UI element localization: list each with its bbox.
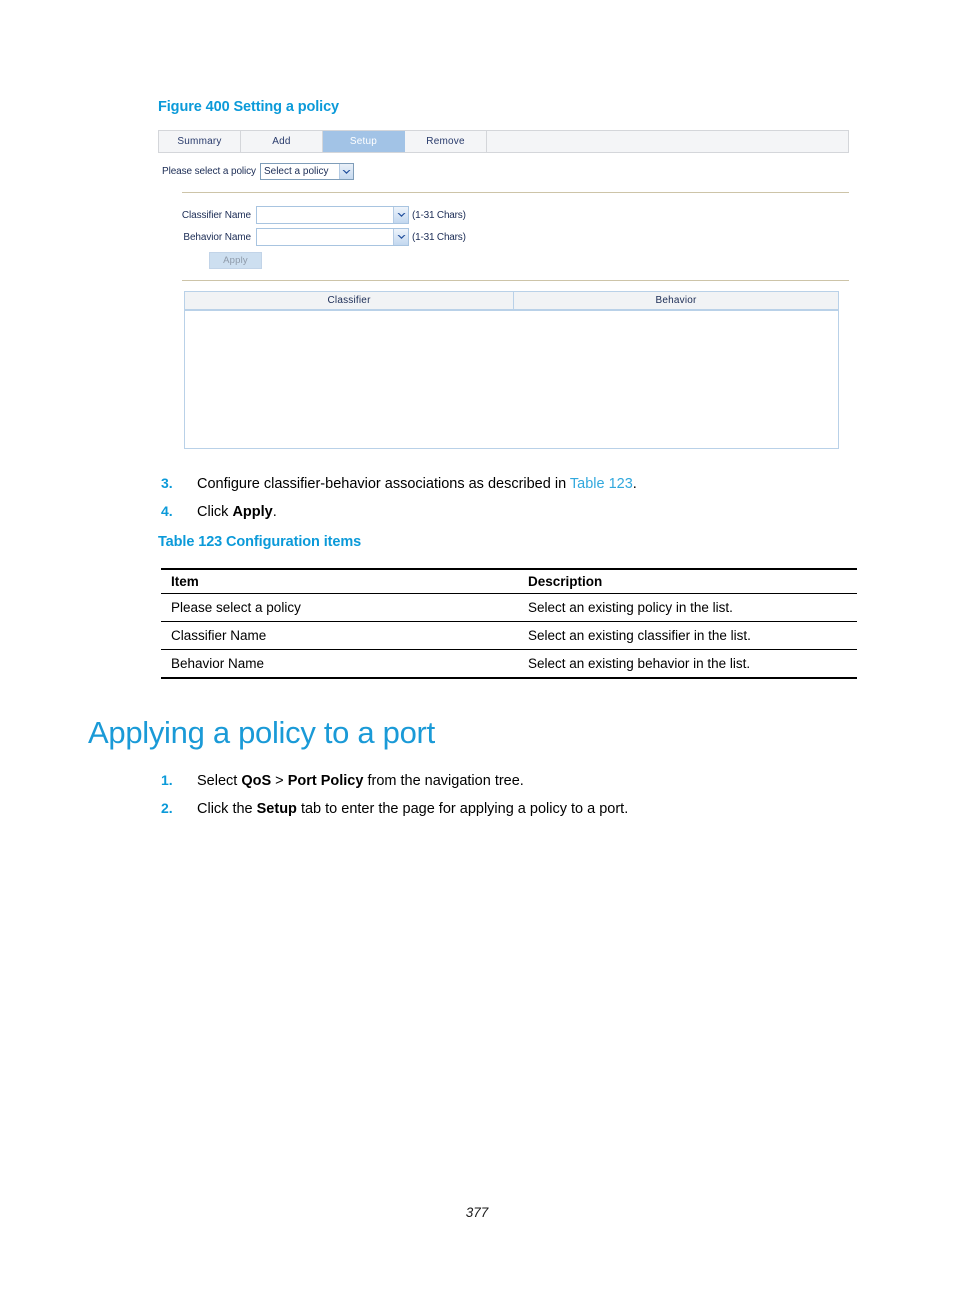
- chevron-down-icon[interactable]: [393, 229, 408, 245]
- cell-item: Behavior Name: [161, 649, 518, 679]
- step-text-part: Click: [197, 503, 233, 520]
- tab-add[interactable]: Add: [241, 131, 323, 152]
- chevron-down-icon[interactable]: [393, 207, 408, 223]
- policy-select-value: Select a policy: [263, 166, 329, 177]
- step-text-tail: .: [632, 476, 637, 492]
- figure-caption: Figure 400 Setting a policy: [158, 99, 340, 115]
- classifier-name-row: Classifier Name (1-31 Chars): [176, 204, 466, 226]
- column-header-item: Item: [161, 568, 518, 594]
- step-number: 4.: [161, 502, 173, 519]
- cell-description: Select an existing classifier in the lis…: [518, 621, 857, 650]
- table-caption: Table 123 Configuration items: [158, 534, 362, 550]
- column-header-classifier[interactable]: Classifier: [185, 292, 515, 309]
- list-item: 1. Select QoS > Port Policy from the nav…: [161, 771, 861, 792]
- tab-summary-label: Summary: [177, 136, 222, 147]
- page-number: 377: [465, 1205, 489, 1220]
- chevron-down-icon[interactable]: [338, 164, 353, 179]
- step-number: 1.: [161, 772, 173, 788]
- table-body-empty: [185, 311, 838, 448]
- step-text-tail: from the navigation tree.: [363, 773, 524, 789]
- cell-item: Please select a policy: [161, 593, 518, 622]
- step-number: 2.: [161, 799, 173, 816]
- figure-screenshot: Summary Add Setup Remove Please select a…: [158, 130, 849, 452]
- list-item: 4. Click Apply.: [161, 502, 861, 523]
- step-text: Configure classifier-behavior associatio…: [197, 475, 861, 495]
- step-text-bold: Apply: [232, 503, 273, 520]
- step-text-tail: .: [272, 503, 277, 520]
- step-text-bold: Port Policy: [287, 773, 364, 789]
- table-header-row: Item Description: [161, 568, 857, 594]
- steps-list-after-figure: 3. Configure classifier-behavior associa…: [161, 474, 861, 529]
- behavior-name-label: Behavior Name: [183, 231, 251, 243]
- document-page: Figure 400 Setting a policy Summary Add …: [0, 0, 954, 1296]
- classifier-name-combobox[interactable]: [256, 206, 409, 224]
- list-item: 3. Configure classifier-behavior associa…: [161, 474, 861, 495]
- tab-setup[interactable]: Setup: [323, 131, 405, 152]
- policy-select-dropdown[interactable]: Select a policy: [259, 163, 354, 180]
- behavior-name-input[interactable]: [257, 229, 393, 245]
- table-row: Please select a policy Select an existin…: [161, 593, 857, 622]
- classifier-name-input[interactable]: [257, 207, 393, 223]
- cell-item: Classifier Name: [161, 621, 518, 650]
- tab-setup-label: Setup: [349, 136, 378, 147]
- table-row: Classifier Name Select an existing class…: [161, 621, 857, 650]
- policy-selector-row: Please select a policy Select a policy: [162, 163, 354, 180]
- step-text: Select QoS > Port Policy from the naviga…: [197, 772, 861, 792]
- tab-bar-filler: [487, 131, 848, 152]
- table-header-row: Classifier Behavior: [185, 292, 838, 311]
- behavior-name-combobox[interactable]: [256, 228, 409, 246]
- cell-description: Select an existing behavior in the list.: [518, 649, 857, 679]
- step-number: 3.: [161, 475, 173, 491]
- apply-row: Apply: [176, 248, 466, 272]
- step-text-part: Configure classifier-behavior associatio…: [197, 476, 570, 492]
- classifier-behavior-table: Classifier Behavior: [184, 291, 839, 449]
- steps-list-section: 1. Select QoS > Port Policy from the nav…: [161, 771, 861, 826]
- classifier-name-label: Classifier Name: [181, 209, 251, 221]
- policy-form: Classifier Name (1-31 Chars) Behavior Na…: [176, 204, 466, 272]
- column-header-description: Description: [518, 568, 857, 594]
- step-text: Click Apply.: [197, 503, 861, 523]
- step-text-part: Click the: [197, 800, 257, 817]
- step-text-bold: Setup: [256, 800, 297, 817]
- table-row: Behavior Name Select an existing behavio…: [161, 649, 857, 679]
- policy-select-label: Please select a policy: [162, 166, 256, 177]
- cell-description: Select an existing policy in the list.: [518, 593, 857, 622]
- tab-add-label: Add: [272, 136, 291, 147]
- divider-top: [182, 192, 849, 193]
- divider-bottom: [182, 280, 849, 281]
- behavior-name-hint: (1-31 Chars): [412, 231, 466, 243]
- page-title: Applying a policy to a port: [88, 715, 435, 750]
- list-item: 2. Click the Setup tab to enter the page…: [161, 799, 861, 820]
- step-text-tail: tab to enter the page for applying a pol…: [296, 800, 629, 817]
- configuration-items-table: Item Description Please select a policy …: [161, 568, 857, 679]
- tab-bar: Summary Add Setup Remove: [158, 130, 849, 153]
- step-text: Click the Setup tab to enter the page fo…: [197, 800, 861, 820]
- column-header-behavior[interactable]: Behavior: [514, 292, 838, 309]
- step-text-part: >: [271, 773, 288, 789]
- step-text-part: Select: [197, 773, 242, 789]
- classifier-name-hint: (1-31 Chars): [412, 209, 466, 221]
- tab-summary[interactable]: Summary: [159, 131, 241, 152]
- behavior-name-row: Behavior Name (1-31 Chars): [176, 226, 466, 248]
- apply-button[interactable]: Apply: [209, 251, 262, 269]
- tab-remove[interactable]: Remove: [405, 131, 487, 152]
- cross-reference-link[interactable]: Table 123: [570, 476, 633, 492]
- step-text-bold: QoS: [241, 773, 272, 789]
- tab-remove-label: Remove: [426, 136, 465, 147]
